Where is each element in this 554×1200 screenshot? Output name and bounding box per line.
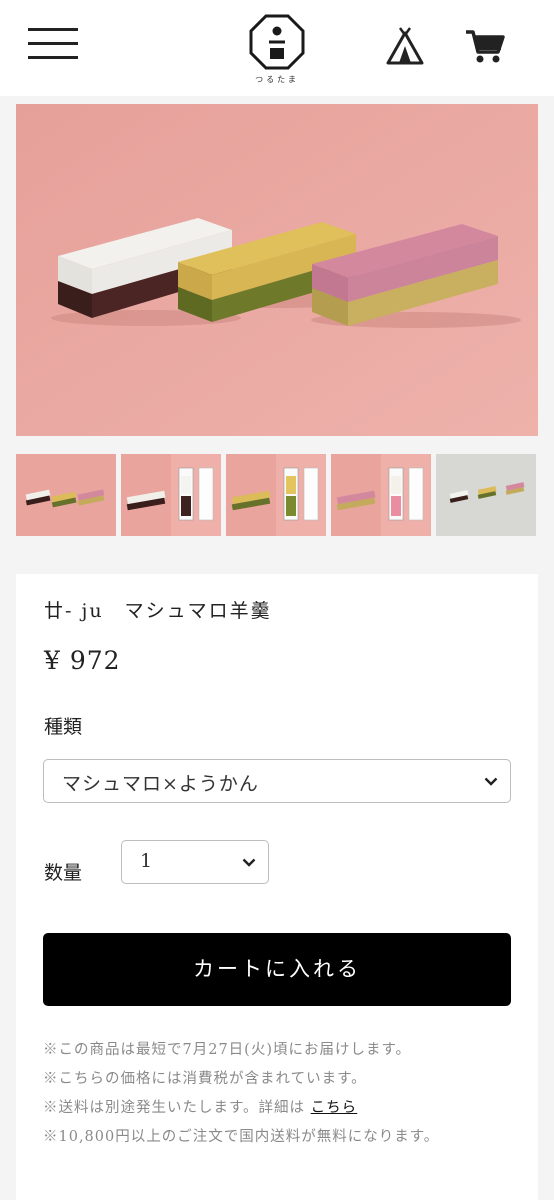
logo-text: つるたま — [255, 75, 299, 84]
site-logo[interactable]: つるたま — [248, 14, 306, 88]
variety-label: 種類 — [44, 716, 83, 738]
product-title: 廿- ju マシュマロ羊羹 — [44, 600, 272, 622]
note-delivery: ※この商品は最短で7月27日(火)頃にお届けします。 — [43, 1042, 412, 1058]
quantity-select[interactable]: 1 — [121, 840, 269, 884]
variety-select[interactable]: マシュマロ×ようかん — [43, 759, 511, 803]
site-header: つるたま — [0, 0, 554, 96]
note-shipping-text: ※送料は別途発生いたします。詳細は — [43, 1100, 306, 1116]
variety-select-value: マシュマロ×ようかん — [62, 773, 259, 795]
chevron-down-icon — [484, 777, 498, 786]
cart-icon[interactable] — [464, 28, 506, 66]
shipping-details-link[interactable]: こちら — [311, 1100, 358, 1116]
product-main-image — [16, 104, 538, 436]
product-price: ¥ 972 — [44, 646, 121, 675]
note-tax: ※こちらの価格には消費税が含まれています。 — [43, 1071, 367, 1087]
note-free-shipping: ※10,800円以上のご注文で国内送料が無料になります。 — [43, 1129, 440, 1145]
thumbnail-2[interactable] — [121, 454, 221, 536]
add-to-cart-button[interactable]: カートに入れる — [43, 933, 511, 1006]
logo-mark-icon — [249, 14, 305, 70]
yokan-illustration — [16, 104, 538, 436]
purchase-notes: ※この商品は最短で7月27日(火)頃にお届けします。 ※こちらの価格には消費税が… — [43, 1036, 483, 1152]
thumbnail-4[interactable] — [331, 454, 431, 536]
tent-icon[interactable] — [386, 26, 424, 66]
thumbnail-1[interactable] — [16, 454, 116, 536]
thumbnail-3[interactable] — [226, 454, 326, 536]
quantity-select-value: 1 — [140, 850, 153, 872]
product-detail-card: 廿- ju マシュマロ羊羹 ¥ 972 種類 マシュマロ×ようかん 数量 1 カ… — [16, 574, 538, 1200]
thumbnail-5[interactable] — [436, 454, 536, 536]
note-shipping: ※送料は別途発生いたします。詳細は こちら — [43, 1094, 483, 1123]
quantity-label: 数量 — [44, 862, 83, 884]
chevron-down-icon — [242, 858, 256, 867]
hamburger-menu-icon[interactable] — [28, 28, 80, 62]
thumbnail-strip — [16, 454, 538, 538]
